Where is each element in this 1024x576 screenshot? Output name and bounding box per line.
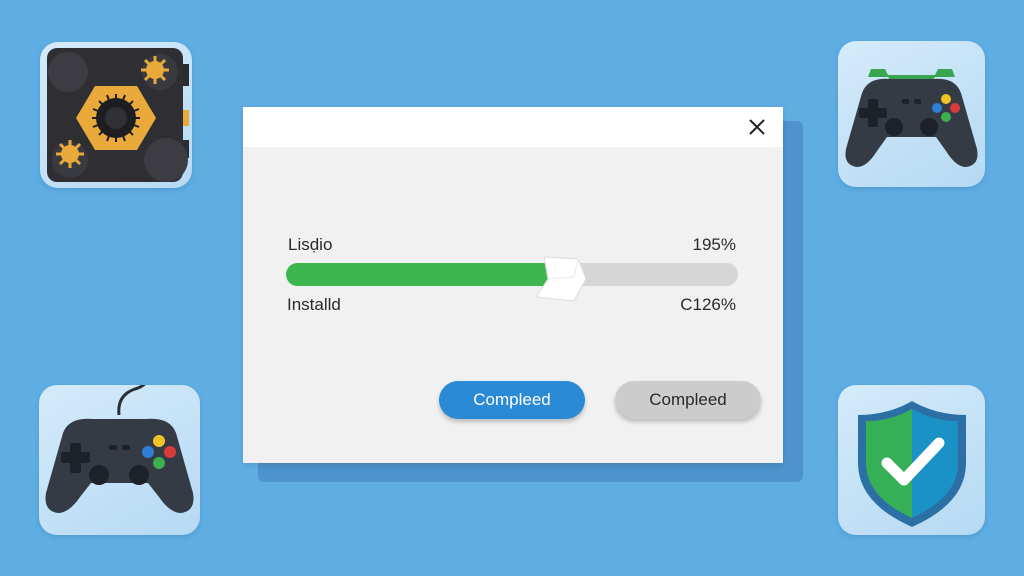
gamepad-icon: [45, 385, 194, 513]
install-status-label: Installd: [287, 295, 341, 314]
gamepad-app-tile-left[interactable]: [39, 385, 200, 535]
progress-title-label: Lisḍio: [288, 235, 333, 254]
close-icon: [749, 119, 765, 135]
gear-chip-app-tile[interactable]: [40, 42, 192, 188]
close-button[interactable]: [745, 115, 769, 139]
gamepad-icon: [845, 69, 978, 167]
gear-chip-icon: [47, 48, 189, 182]
install-progress-dialog: Lisḍio 195% Installd C126% Compleed Comp…: [243, 107, 783, 463]
progress-bar: [286, 256, 738, 302]
dialog-titlebar: [243, 107, 783, 147]
progress-percent-bottom: C126%: [680, 295, 736, 314]
security-app-tile[interactable]: [838, 385, 985, 535]
completed-primary-button[interactable]: Compleed: [439, 381, 585, 419]
gamepad-app-tile-right[interactable]: [838, 41, 985, 187]
completed-secondary-button[interactable]: Compleed: [615, 381, 761, 419]
progress-handle[interactable]: [534, 255, 586, 305]
progress-fill: [286, 263, 566, 286]
progress-percent-top: 195%: [692, 235, 736, 254]
shield-check-icon: [858, 401, 966, 527]
